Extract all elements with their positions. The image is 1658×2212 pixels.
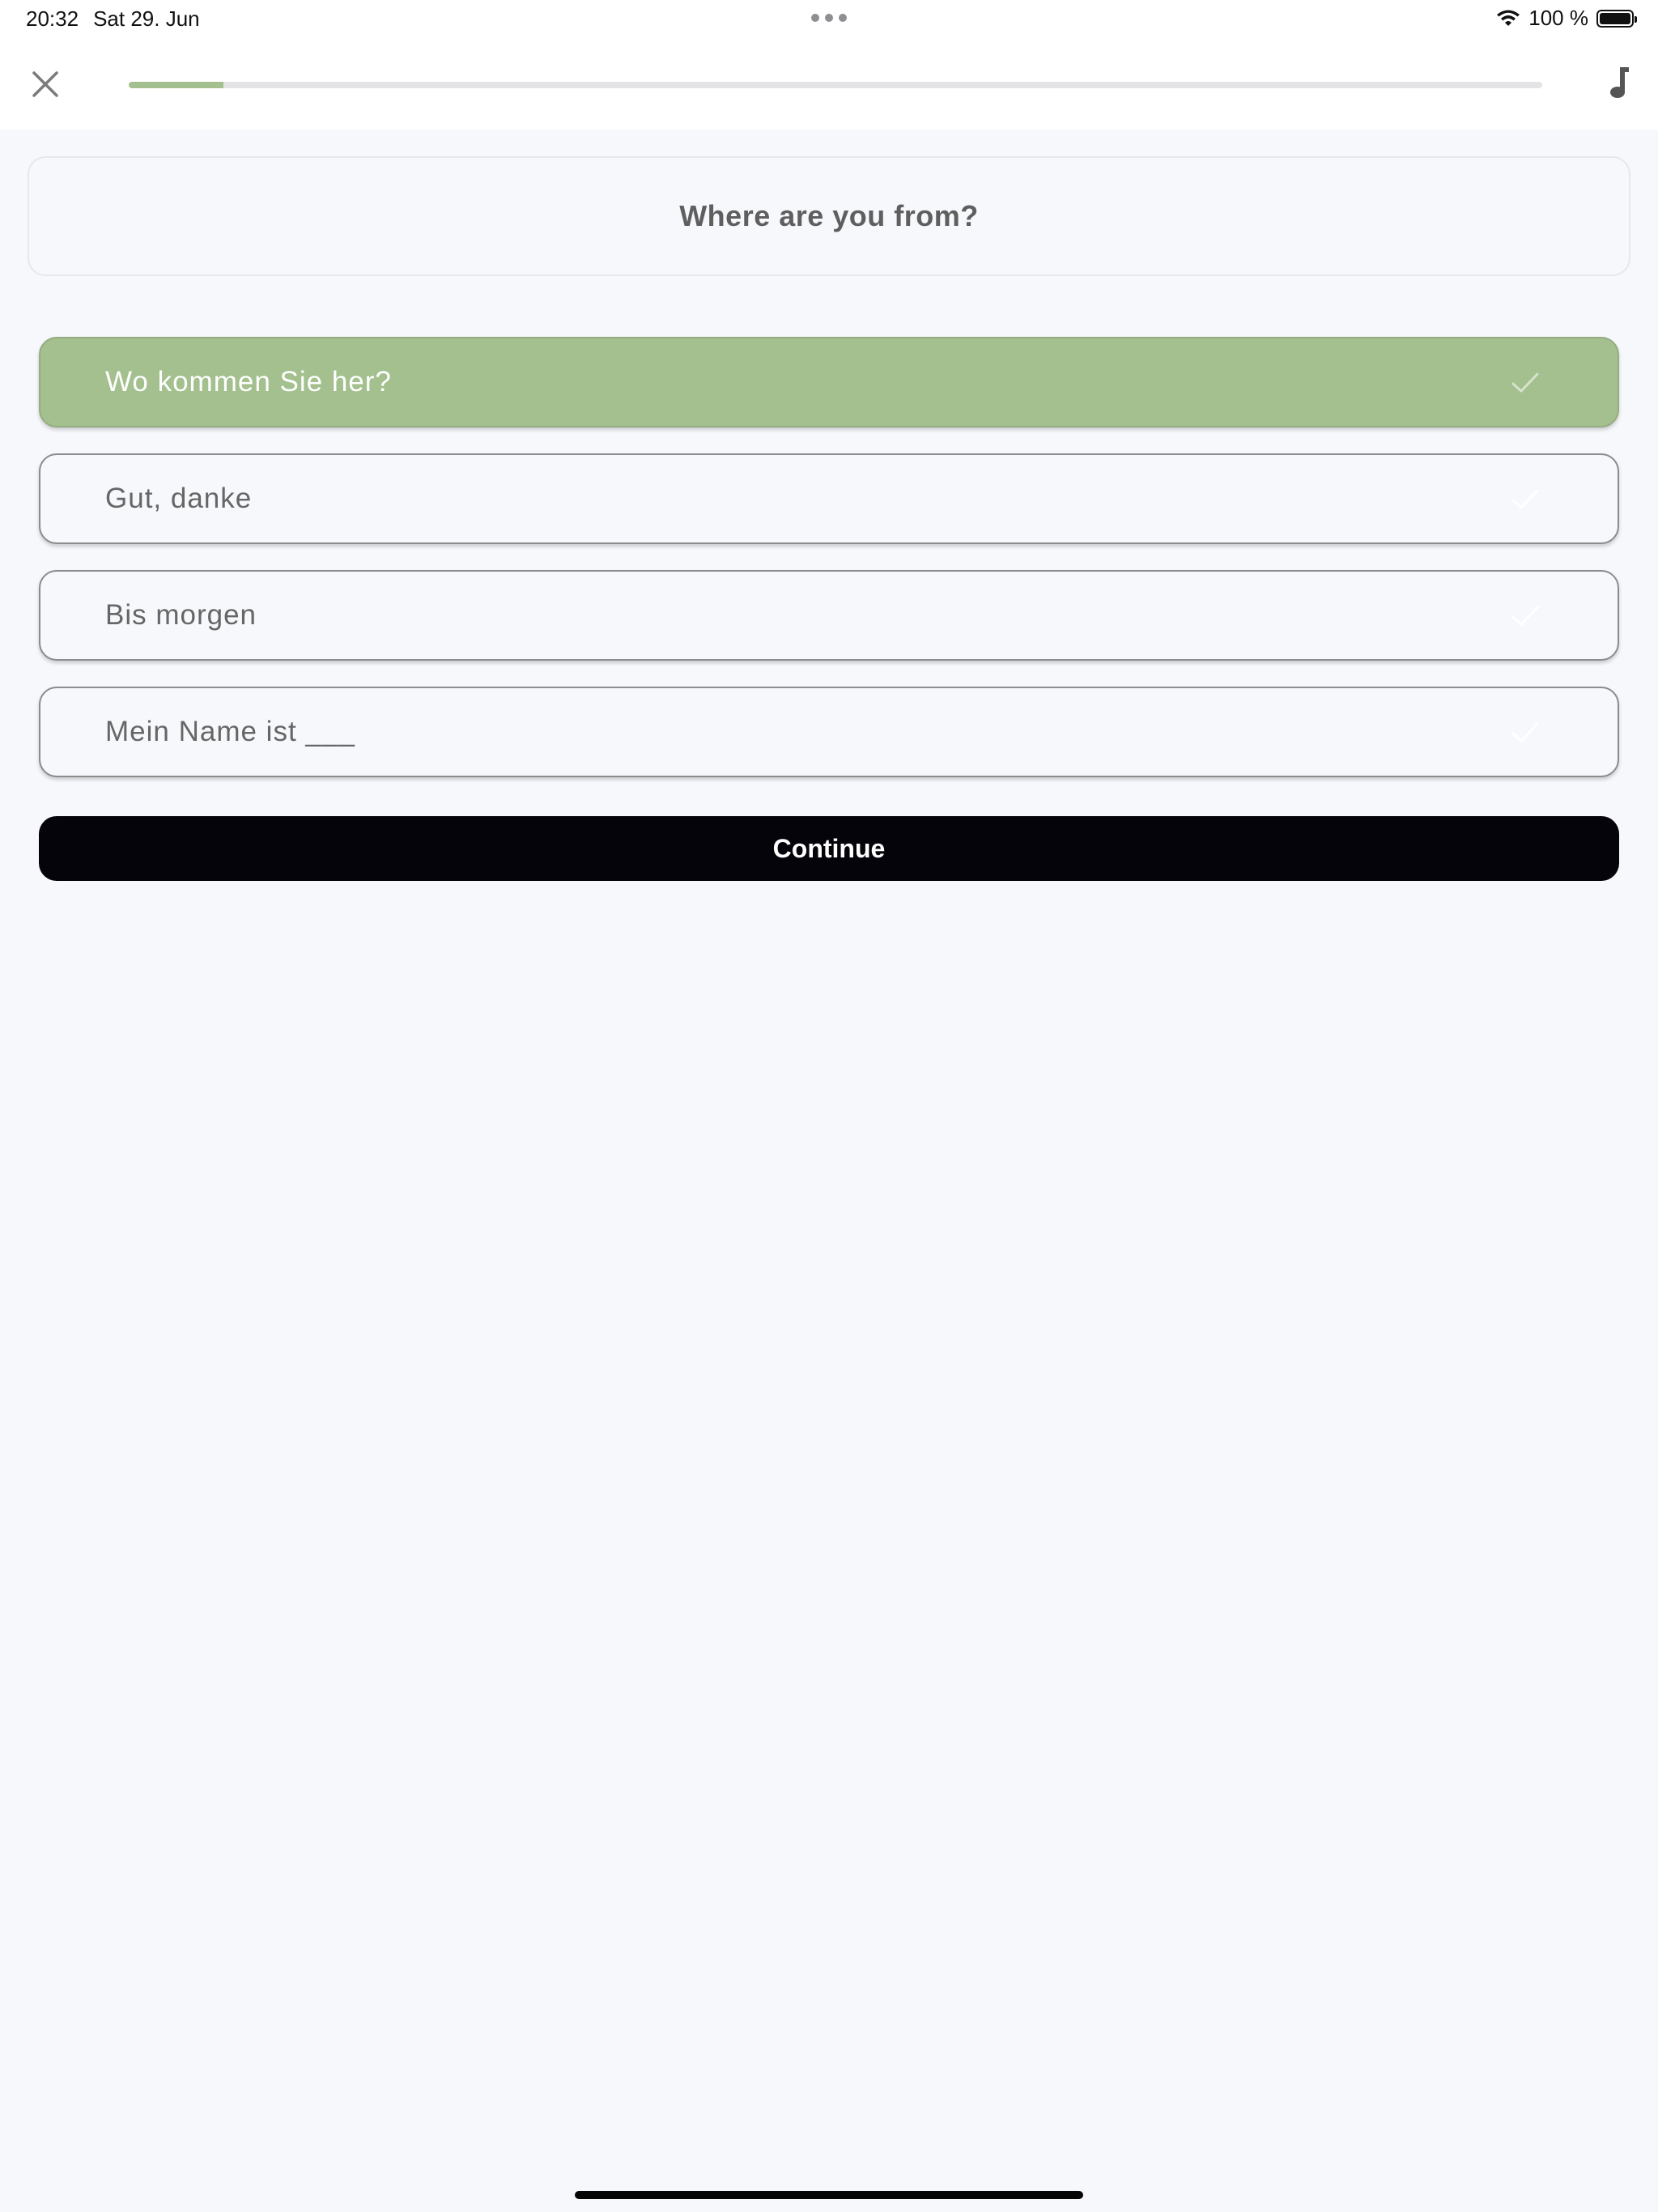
- multitasking-dots-icon[interactable]: [811, 14, 847, 22]
- checkmark-icon: [1511, 606, 1539, 626]
- answer-option[interactable]: Gut, danke: [39, 453, 1619, 544]
- checkmark-icon: [1511, 372, 1539, 393]
- status-time: 20:32: [26, 6, 79, 31]
- battery-full-icon: [1596, 9, 1637, 28]
- battery-percent: 100 %: [1528, 6, 1588, 30]
- music-toggle-button[interactable]: [1600, 62, 1639, 104]
- lesson-progress-fill: [129, 82, 223, 88]
- answer-option-label: Gut, danke: [105, 483, 253, 514]
- home-indicator[interactable]: [575, 2191, 1083, 2199]
- status-date: Sat 29. Jun: [93, 6, 200, 31]
- continue-button[interactable]: Continue: [39, 816, 1619, 881]
- answer-option-label: Bis morgen: [105, 599, 257, 631]
- question-card: Where are you from?: [28, 156, 1630, 276]
- status-right: 100 %: [1496, 6, 1637, 31]
- lesson-progress-bar: [129, 82, 1542, 88]
- top-app-bar: [0, 37, 1658, 130]
- answer-option-label: Mein Name ist ___: [105, 716, 355, 747]
- answer-option[interactable]: Bis morgen: [39, 570, 1619, 661]
- question-text: Where are you from?: [679, 199, 979, 232]
- answer-options: Wo kommen Sie her? Gut, danke Bis morgen…: [39, 337, 1619, 803]
- answer-option[interactable]: Wo kommen Sie her?: [39, 337, 1619, 428]
- checkmark-icon: [1511, 722, 1539, 742]
- close-button[interactable]: [24, 63, 66, 105]
- answer-option-label: Wo kommen Sie her?: [105, 366, 392, 398]
- close-icon: [32, 71, 58, 97]
- wifi-icon: [1497, 10, 1520, 26]
- status-time-date: 20:32 Sat 29. Jun: [26, 6, 200, 32]
- checkmark-icon: [1511, 489, 1539, 509]
- status-bar: 20:32 Sat 29. Jun 100 %: [0, 0, 1658, 37]
- music-note-icon: [1610, 67, 1629, 98]
- answer-option[interactable]: Mein Name ist ___: [39, 687, 1619, 777]
